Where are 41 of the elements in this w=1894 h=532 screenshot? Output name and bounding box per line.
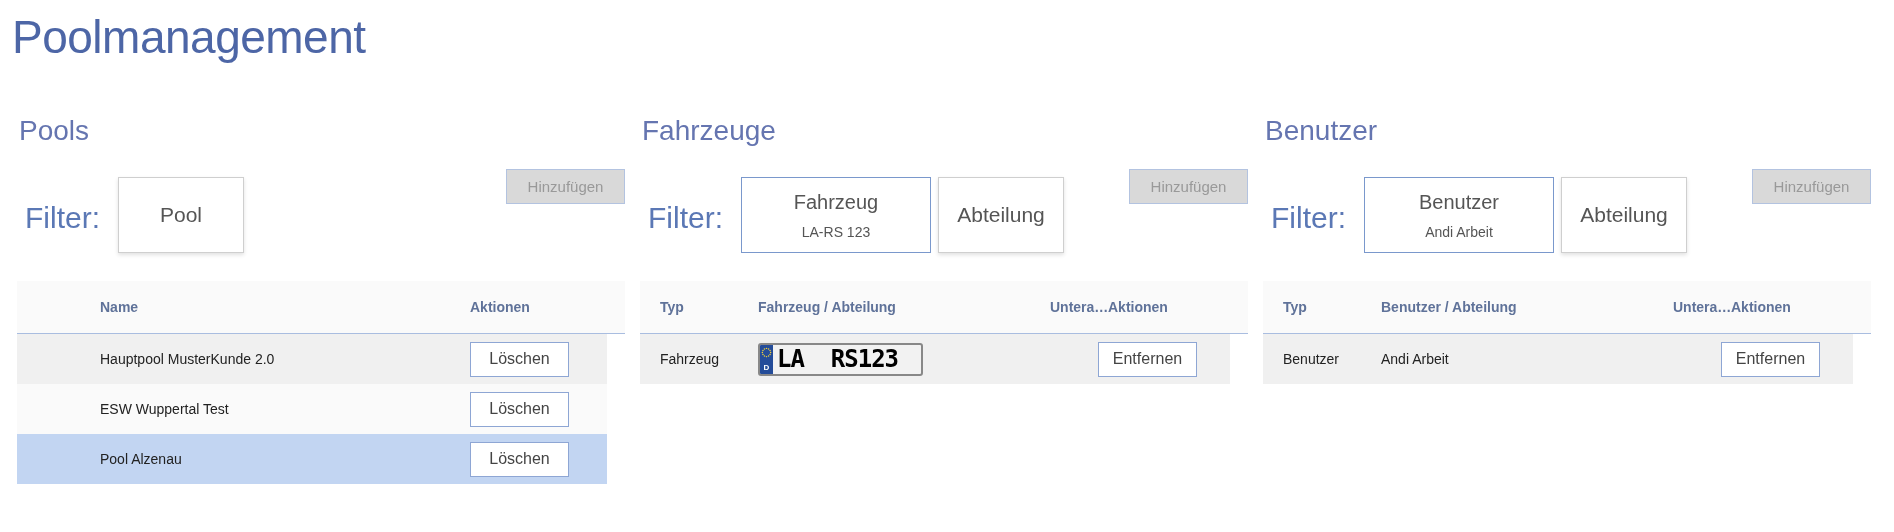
column-header[interactable]: Name — [100, 299, 470, 315]
section-heading: Fahrzeuge — [642, 115, 777, 148]
table-cell: Fahrzeug — [660, 351, 720, 367]
table-cell: Benutzer — [1283, 351, 1340, 367]
page-title: Poolmanagement — [11, 10, 367, 65]
filter-label: Filter: — [25, 201, 100, 235]
column-header[interactable]: Fahrzeug / Abteilung — [758, 299, 1050, 315]
section-heading: Benutzer — [1265, 115, 1379, 148]
column-header[interactable]: Typ — [1283, 299, 1381, 315]
table-cell: ESW Wuppertal Test — [100, 401, 229, 417]
row-action-button[interactable]: Löschen — [470, 441, 569, 477]
star-ring-icon — [761, 346, 772, 358]
column-header[interactable]: Typ — [660, 299, 758, 315]
row-action-button[interactable]: Löschen — [470, 341, 569, 377]
column-header[interactable]: Untera… — [1050, 299, 1108, 315]
table-cell: Pool Alzenau — [100, 451, 182, 467]
filter-chip[interactable]: Abteilung — [938, 177, 1064, 253]
table-row[interactable]: Fahrzeug D LA RS123 Entfernen — [640, 334, 1230, 384]
filter-label: Filter: — [648, 201, 723, 235]
country-code: D — [763, 362, 770, 372]
table-row[interactable]: Hauptpool MusterKunde 2.0 Löschen — [17, 334, 607, 384]
section-heading: Pools — [19, 115, 91, 148]
filter-chip[interactable]: Fahrzeug LA-RS 123 — [741, 177, 931, 253]
column-header[interactable]: Aktionen — [1108, 299, 1248, 315]
column-header[interactable]: Aktionen — [1731, 299, 1871, 315]
table-cell: Andi Arbeit — [1381, 351, 1449, 367]
row-action-button[interactable]: Entfernen — [1721, 341, 1820, 377]
plate-number: LA RS123 — [776, 344, 899, 374]
row-action-button[interactable]: Entfernen — [1098, 341, 1197, 377]
table-row[interactable]: Benutzer Andi Arbeit Entfernen — [1263, 334, 1853, 384]
table-row[interactable]: Pool Alzenau Löschen — [17, 434, 607, 484]
filter-chip[interactable]: Benutzer Andi Arbeit — [1364, 177, 1554, 253]
filter-chip[interactable]: Pool — [118, 177, 244, 253]
filter-label: Filter: — [1271, 201, 1346, 235]
row-action-button[interactable]: Löschen — [470, 391, 569, 427]
table-cell: Hauptpool MusterKunde 2.0 — [100, 351, 275, 367]
table-row[interactable]: ESW Wuppertal Test Löschen — [17, 384, 607, 434]
column-header[interactable]: Untera… — [1673, 299, 1731, 315]
column-header[interactable]: Benutzer / Abteilung — [1381, 299, 1673, 315]
filter-chip[interactable]: Abteilung — [1561, 177, 1687, 253]
column-header[interactable]: Aktionen — [470, 299, 625, 315]
